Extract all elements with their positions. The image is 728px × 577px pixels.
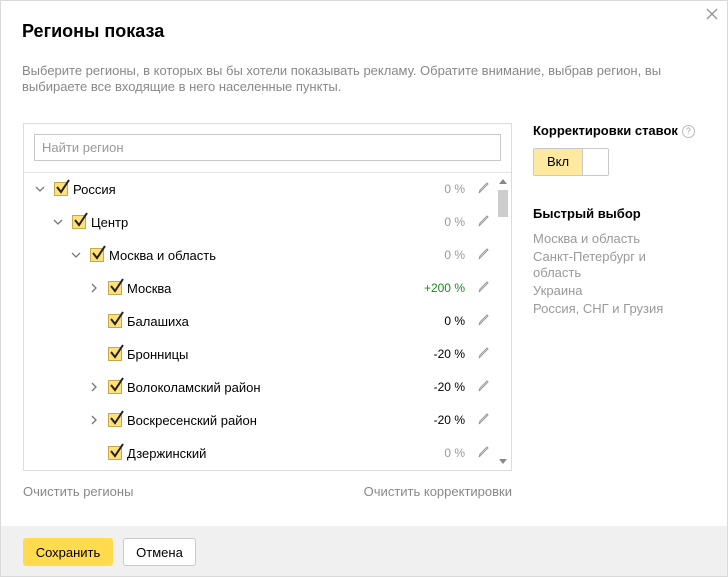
chevron-right-icon[interactable] bbox=[89, 415, 99, 425]
checkmark-icon bbox=[110, 443, 124, 458]
pencil-icon[interactable] bbox=[476, 412, 490, 426]
scroll-up-arrow-icon[interactable] bbox=[499, 179, 507, 184]
tree-row: Центр 0 % bbox=[24, 206, 495, 239]
pencil-icon[interactable] bbox=[476, 181, 490, 195]
scroll-down-arrow-icon[interactable] bbox=[499, 459, 507, 464]
quick-select-item[interactable]: Санкт-Петербург и область bbox=[533, 249, 683, 281]
region-label[interactable]: Дзержинский bbox=[127, 446, 206, 461]
region-tree: Россия 0 % Центр 0 % Москва и область 0 % Моск… bbox=[24, 173, 495, 470]
chevron-down-icon[interactable] bbox=[71, 250, 81, 260]
region-label[interactable]: Москва bbox=[127, 281, 171, 296]
pencil-icon[interactable] bbox=[476, 346, 490, 360]
dialog-description: Выберите регионы, в которых вы бы хотели… bbox=[22, 63, 662, 94]
tree-row: Волоколамский район -20 % bbox=[24, 371, 495, 404]
toggle-on-label: Вкл bbox=[534, 149, 582, 175]
region-label[interactable]: Россия bbox=[73, 182, 116, 197]
region-checkbox[interactable] bbox=[108, 443, 124, 460]
bid-adjustments-title: Корректировки ставок bbox=[533, 123, 678, 138]
region-checkbox[interactable] bbox=[90, 245, 106, 262]
checkmark-icon bbox=[110, 278, 124, 293]
region-checkbox[interactable] bbox=[108, 344, 124, 361]
tree-row: Россия 0 % bbox=[24, 173, 495, 206]
search-bar bbox=[24, 124, 511, 173]
region-label[interactable]: Воскресенский район bbox=[127, 413, 257, 428]
clear-adjustments-link[interactable]: Очистить корректировки bbox=[364, 484, 512, 499]
bid-adjustment-value: 0 % bbox=[444, 215, 465, 229]
cancel-button[interactable]: Отмена bbox=[123, 538, 196, 566]
checkmark-icon bbox=[110, 311, 124, 326]
tree-row: Балашиха 0 % bbox=[24, 305, 495, 338]
help-icon[interactable]: ? bbox=[681, 125, 695, 138]
region-checkbox[interactable] bbox=[108, 377, 124, 394]
region-label[interactable]: Центр bbox=[91, 215, 128, 230]
region-label[interactable]: Балашиха bbox=[127, 314, 189, 329]
chevron-down-icon[interactable] bbox=[53, 217, 63, 227]
quick-select-item[interactable]: Россия, СНГ и Грузия bbox=[533, 301, 683, 317]
checkmark-icon bbox=[92, 245, 106, 260]
tree-scrollbar[interactable] bbox=[495, 173, 511, 470]
bid-adjustment-value: -20 % bbox=[433, 413, 465, 427]
close-icon[interactable] bbox=[705, 7, 719, 21]
chevron-right-icon[interactable] bbox=[89, 382, 99, 392]
region-checkbox[interactable] bbox=[108, 278, 124, 295]
region-label[interactable]: Москва и область bbox=[109, 248, 216, 263]
chevron-right-icon[interactable] bbox=[89, 283, 99, 293]
bid-adjustment-value: 0 % bbox=[444, 182, 465, 196]
region-tree-panel: Россия0 %Центр0 %Москва и область0 %Моск… bbox=[23, 123, 512, 471]
dialog-footer: Сохранить Отмена bbox=[1, 526, 727, 576]
pencil-icon[interactable] bbox=[476, 379, 490, 393]
region-label[interactable]: Бронницы bbox=[127, 347, 188, 362]
regions-dialog: Регионы показа Выберите регионы, в котор… bbox=[0, 0, 728, 577]
region-label[interactable]: Волоколамский район bbox=[127, 380, 261, 395]
region-checkbox[interactable] bbox=[54, 179, 70, 196]
quick-select-item[interactable]: Москва и область bbox=[533, 231, 683, 247]
quick-select-title: Быстрый выбор bbox=[533, 206, 641, 221]
quick-select-item[interactable]: Украина bbox=[533, 283, 683, 299]
bid-adjustment-value: 0 % bbox=[444, 314, 465, 328]
pencil-icon[interactable] bbox=[476, 214, 490, 228]
clear-regions-link[interactable]: Очистить регионы bbox=[23, 484, 133, 499]
pencil-icon[interactable] bbox=[476, 280, 490, 294]
pencil-icon[interactable] bbox=[476, 313, 490, 327]
tree-row: Воскресенский район -20 % bbox=[24, 404, 495, 437]
bid-adjustments-heading: Корректировки ставок? bbox=[533, 123, 695, 138]
bid-adjustment-value: +200 % bbox=[423, 281, 465, 295]
tree-row: Москва +200 % bbox=[24, 272, 495, 305]
bid-adjustments-toggle[interactable]: Вкл bbox=[533, 148, 609, 176]
save-button[interactable]: Сохранить bbox=[23, 538, 113, 566]
pencil-icon[interactable] bbox=[476, 445, 490, 459]
quick-select-list: Москва и область Санкт-Петербург и област… bbox=[533, 231, 683, 319]
tree-row: Бронницы -20 % bbox=[24, 338, 495, 371]
checkmark-icon bbox=[74, 212, 88, 227]
region-checkbox[interactable] bbox=[108, 410, 124, 427]
checkmark-icon bbox=[110, 344, 124, 359]
bid-adjustment-value: -20 % bbox=[433, 380, 465, 394]
checkmark-icon bbox=[56, 179, 70, 194]
tree-row: Дзержинский 0 % bbox=[24, 437, 495, 470]
region-checkbox[interactable] bbox=[108, 311, 124, 328]
pencil-icon[interactable] bbox=[476, 247, 490, 261]
region-search-input[interactable] bbox=[34, 134, 501, 161]
bid-adjustment-value: -20 % bbox=[433, 347, 465, 361]
checkmark-icon bbox=[110, 410, 124, 425]
tree-row: Москва и область 0 % bbox=[24, 239, 495, 272]
checkmark-icon bbox=[110, 377, 124, 392]
bid-adjustment-value: 0 % bbox=[444, 446, 465, 460]
toggle-knob bbox=[582, 149, 608, 175]
dialog-title: Регионы показа bbox=[22, 21, 165, 41]
region-checkbox[interactable] bbox=[72, 212, 88, 229]
bid-adjustment-value: 0 % bbox=[444, 248, 465, 262]
scroll-thumb[interactable] bbox=[498, 190, 508, 217]
chevron-down-icon[interactable] bbox=[35, 184, 45, 194]
